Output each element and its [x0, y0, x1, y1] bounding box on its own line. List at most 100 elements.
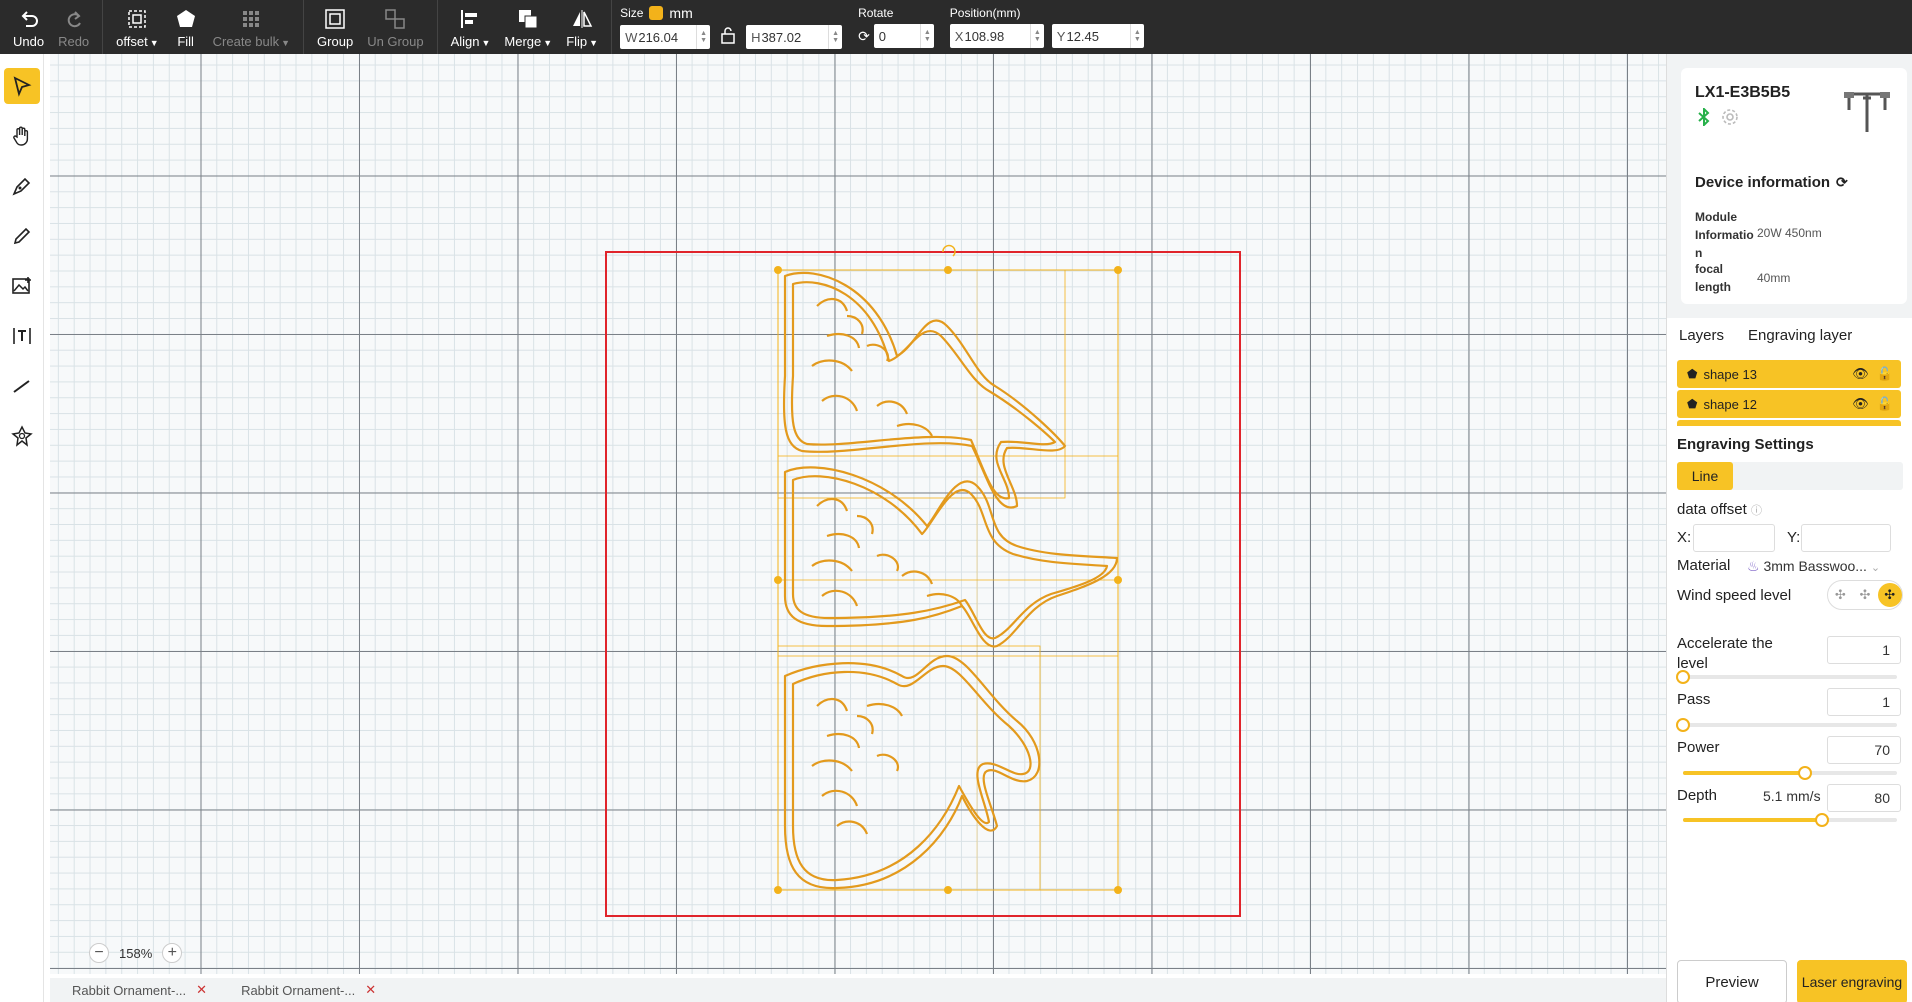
hand-tool[interactable] — [4, 118, 40, 154]
create-bulk-button[interactable]: Create bulk ▼ — [206, 0, 297, 54]
flip-icon — [569, 6, 595, 32]
design-canvas[interactable] — [50, 54, 1666, 974]
slider-knob[interactable] — [1797, 766, 1812, 780]
line-tool[interactable] — [4, 368, 40, 404]
pen-tool[interactable] — [4, 168, 40, 204]
accelerate-input[interactable]: 1 — [1827, 636, 1901, 664]
document-tabs: Rabbit Ornament-... ✕ Rabbit Ornament-...… — [50, 978, 1666, 1002]
document-tab[interactable]: Rabbit Ornament-... ✕ — [50, 978, 219, 1002]
accelerate-slider[interactable] — [1676, 670, 1897, 684]
ungroup-icon — [382, 6, 408, 32]
offset-x-input[interactable] — [1693, 524, 1775, 552]
close-icon[interactable]: ✕ — [365, 982, 376, 998]
fan-low-icon[interactable]: ✣ — [1828, 583, 1852, 607]
arrange-group: Align ▼ Merge ▼ Flip ▼ — [438, 0, 613, 54]
fan-medium-icon[interactable]: ✣ — [1853, 583, 1877, 607]
depth-slider[interactable] — [1683, 813, 1897, 827]
laser-engraving-button[interactable]: Laser engraving — [1797, 960, 1907, 1002]
flip-button[interactable]: Flip ▼ — [559, 0, 605, 54]
group-button[interactable]: Group — [310, 0, 360, 54]
document-tab[interactable]: Rabbit Ornament-... ✕ — [219, 978, 388, 1002]
bluetooth-icon[interactable] — [1697, 108, 1711, 126]
material-select[interactable]: ♨ 3mm Basswoo... ⌄ — [1747, 556, 1880, 578]
merge-icon — [515, 6, 541, 32]
help-icon[interactable]: ⓘ — [1751, 505, 1762, 517]
flip-label: Flip — [566, 33, 588, 49]
eye-icon[interactable]: 👁 — [1852, 366, 1869, 382]
module-info-value: 20W 450nm — [1757, 226, 1822, 240]
preview-button[interactable]: Preview — [1677, 960, 1787, 1002]
material-label: Material — [1677, 557, 1731, 574]
x-input[interactable]: X 108.98 ▲ ▼ — [949, 24, 1044, 48]
merge-label: Merge — [504, 33, 542, 49]
shape-icon: ⬟ — [1687, 397, 1698, 411]
select-tool[interactable] — [4, 68, 40, 104]
rotate-icon: ⟳ — [858, 27, 870, 44]
y-prefix: Y — [1056, 28, 1066, 44]
x-stepper[interactable]: ▲ ▼ — [1029, 24, 1044, 48]
x-prefix: X — [954, 28, 964, 44]
layer-item[interactable]: ⬟ shape 12 👁 🔓 — [1677, 390, 1901, 418]
height-input[interactable]: H 387.02 ▲ ▼ — [746, 25, 843, 49]
pass-slider[interactable] — [1676, 718, 1897, 732]
offset-y-input[interactable] — [1801, 524, 1891, 552]
pen-icon — [12, 177, 31, 196]
shape-tool[interactable] — [4, 418, 40, 454]
undo-button[interactable]: Undo — [6, 0, 51, 54]
rotate-input[interactable]: 0 ▲ ▼ — [873, 24, 934, 48]
pass-input[interactable]: 1 — [1827, 688, 1901, 716]
focal-length-value: 40mm — [1757, 271, 1791, 285]
grid-icon — [238, 6, 264, 32]
offset-button[interactable]: offset ▼ — [109, 0, 165, 54]
lock-icon[interactable]: 🔓 — [1877, 366, 1893, 382]
mode-line-button[interactable]: Line — [1677, 462, 1733, 490]
pencil-tool[interactable] — [4, 218, 40, 254]
rotate-group: Rotate ⟳ 0 ▲ ▼ — [850, 0, 942, 54]
text-tool[interactable] — [4, 318, 40, 354]
align-button[interactable]: Align ▼ — [444, 0, 498, 54]
y-stepper[interactable]: ▲ ▼ — [1129, 24, 1144, 48]
layer-item[interactable]: ⬟ shape 13 👁 🔓 — [1677, 360, 1901, 388]
line-icon — [13, 380, 30, 393]
depth-speed: 5.1 mm/s — [1763, 788, 1821, 804]
width-input[interactable]: W 216.04 ▲ ▼ — [620, 25, 711, 49]
power-input[interactable]: 70 — [1827, 736, 1901, 764]
refresh-icon[interactable]: ⟳ — [1836, 174, 1848, 191]
rotate-stepper[interactable]: ▲ ▼ — [919, 24, 934, 48]
tab-engraving-layer[interactable]: Engraving layer — [1736, 318, 1864, 352]
undo-label: Undo — [13, 33, 45, 49]
redo-button[interactable]: Redo — [51, 0, 96, 54]
lock-icon[interactable]: 🔓 — [1877, 396, 1893, 412]
rabbit-ornament-artwork[interactable] — [727, 176, 1137, 896]
tab-layers[interactable]: Layers — [1667, 318, 1736, 352]
gear-icon[interactable] — [1721, 108, 1739, 126]
history-group: Undo Redo — [0, 0, 104, 54]
hand-icon — [13, 126, 29, 146]
slider-knob[interactable] — [1676, 718, 1690, 732]
zoom-out-button[interactable]: − — [89, 943, 109, 963]
width-value: 216.04 — [638, 29, 679, 45]
slider-knob[interactable] — [1676, 670, 1690, 684]
focal-length-key: focal length — [1695, 262, 1731, 294]
lock-icon[interactable] — [720, 26, 736, 49]
slider-fill — [1683, 818, 1823, 822]
zoom-in-button[interactable]: + — [162, 943, 183, 963]
image-tool[interactable] — [4, 268, 40, 304]
width-stepper[interactable]: ▲ ▼ — [696, 25, 710, 49]
y-input[interactable]: Y 12.45 ▲ ▼ — [1051, 24, 1144, 48]
power-slider[interactable] — [1683, 766, 1897, 780]
close-icon[interactable]: ✕ — [196, 982, 207, 998]
eye-icon[interactable]: 👁 — [1852, 396, 1869, 412]
merge-button[interactable]: Merge ▼ — [497, 0, 559, 54]
height-stepper[interactable]: ▲ ▼ — [828, 25, 842, 49]
fan-high-icon[interactable]: ✣ — [1877, 583, 1902, 607]
rotate-value: 0 — [878, 28, 887, 44]
device-info-label: Device information — [1695, 174, 1831, 191]
device-card: LX1-E3B5B5 Device information ⟳ Module In… — [1681, 68, 1907, 304]
unit-toggle-icon[interactable] — [649, 6, 664, 20]
depth-input[interactable]: 80 — [1827, 784, 1901, 812]
fill-button[interactable]: Fill — [166, 0, 206, 54]
slider-knob[interactable] — [1815, 813, 1830, 827]
focal-length-row: focal length 40mm — [1695, 260, 1790, 296]
ungroup-button[interactable]: Un Group — [360, 0, 430, 54]
